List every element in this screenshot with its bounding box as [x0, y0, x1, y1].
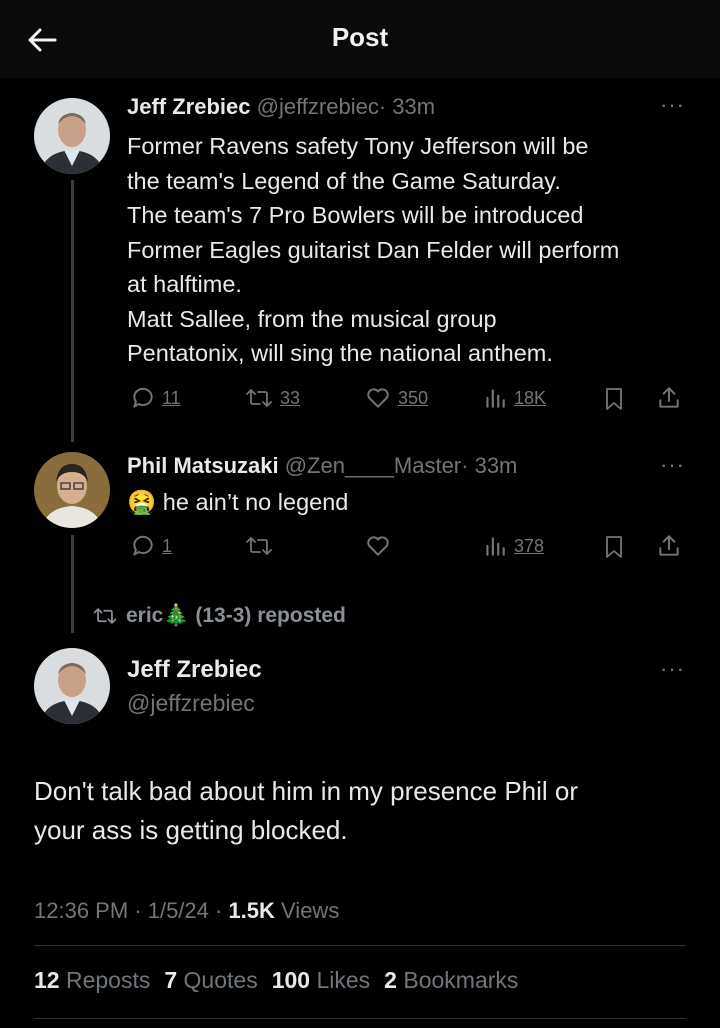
author-name[interactable]: Jeff Zrebiec	[127, 94, 251, 119]
author-handle[interactable]: @Zen____Master	[285, 453, 461, 478]
reply-icon	[133, 387, 153, 408]
views-count: 1.5K	[228, 898, 275, 923]
tweet1-line: The team's 7 Pro Bowlers will be introdu…	[127, 202, 584, 228]
repost-button[interactable]: 33	[244, 385, 300, 411]
engagement-stats: 12 Reposts 7 Quotes 100 Likes 2 Bookmark…	[34, 967, 518, 994]
tweet1-header: Jeff Zrebiec @jeffzrebiec· 33m	[127, 94, 435, 120]
repost-icon	[93, 608, 117, 624]
quotes-label: Quotes	[183, 967, 258, 993]
post-time: · 33m	[378, 94, 436, 119]
tweet1-line: at halftime.	[127, 271, 242, 297]
main-tweet-line: your ass is getting blocked.	[34, 815, 348, 845]
page-title: Post	[331, 22, 389, 52]
tweet2-header: Phil Matsuzaki @Zen____Master· 33m	[127, 453, 517, 479]
view-count: 378	[514, 535, 545, 556]
reposts-number: 12	[34, 967, 60, 993]
more-options-icon[interactable]: ···	[660, 452, 685, 478]
tweet1-line: the team's Legend of the Game Saturday.	[127, 167, 561, 194]
reply-count: 1	[162, 535, 173, 556]
quotes-stat[interactable]: 7 Quotes	[164, 967, 257, 994]
main-tweet-line: Don't talk bad about him in my presence …	[34, 776, 579, 806]
share-icon[interactable]	[656, 533, 682, 559]
post-meta: 12:36 PM · 1/5/24 · 1.5K Views	[34, 898, 339, 924]
heart-icon	[367, 388, 389, 408]
repost-button[interactable]	[244, 533, 274, 559]
heart-icon	[367, 536, 389, 556]
tweet1-line: Former Ravens safety Tony Jefferson will…	[127, 133, 589, 159]
bookmark-icon[interactable]	[602, 386, 626, 412]
repost-banner-text: eric🎄 (13-3) reposted	[126, 604, 346, 627]
analytics-icon	[486, 389, 505, 408]
likes-stat[interactable]: 100 Likes	[272, 967, 370, 994]
reply-button[interactable]: 11	[130, 385, 181, 411]
tweet2-text: 🤮 he ain’t no legend	[127, 485, 348, 520]
likes-number: 100	[271, 967, 311, 993]
tweet1-line: Pentatonix, will sing the national anthe…	[127, 340, 553, 366]
reply-icon	[133, 535, 153, 556]
tweet1-line: Former Eagles guitarist Dan Felder will …	[127, 236, 620, 263]
reposts-label: Reposts	[59, 967, 151, 993]
repost-banner[interactable]: eric🎄 (13-3) reposted	[92, 604, 346, 628]
post-time: · 33m	[461, 453, 518, 478]
thread-line	[71, 180, 74, 442]
more-options-icon[interactable]: ···	[660, 92, 685, 118]
views-button[interactable]: 378	[482, 533, 544, 559]
share-icon[interactable]	[656, 385, 682, 411]
main-tweet-text: Don't talk bad about him in my presence …	[34, 772, 578, 850]
thread-line	[71, 535, 74, 633]
divider	[34, 945, 686, 946]
avatar-jeff[interactable]	[34, 98, 110, 174]
like-count: 350	[398, 387, 429, 408]
bookmarks-stat[interactable]: 2 Bookmarks	[384, 967, 518, 994]
views-button[interactable]: 18K	[482, 385, 546, 411]
bookmarks-number: 2	[384, 967, 397, 993]
tweet2-body: he ain’t no legend	[162, 489, 349, 515]
author-handle[interactable]: @jeffzrebiec	[127, 690, 255, 717]
post-timestamp[interactable]: 12:36 PM · 1/5/24 ·	[34, 898, 228, 923]
more-options-icon[interactable]: ···	[660, 656, 685, 682]
reply-count: 11	[162, 387, 181, 408]
likes-label: Likes	[310, 967, 371, 993]
author-name[interactable]: Phil Matsuzaki	[127, 453, 279, 478]
reposts-stat[interactable]: 12 Reposts	[34, 967, 150, 994]
nauseated-emoji: 🤮	[127, 489, 157, 515]
view-count: 18K	[514, 387, 547, 408]
avatar-jeff[interactable]	[34, 648, 110, 724]
tweet1-line: Matt Sallee, from the musical group	[127, 305, 497, 332]
like-button[interactable]: 350	[364, 385, 428, 411]
views-label: Views	[274, 898, 340, 923]
tweet1-text: Former Ravens safety Tony Jefferson will…	[127, 129, 619, 371]
repost-icon	[246, 537, 272, 555]
avatar-phil[interactable]	[34, 452, 110, 528]
bookmark-icon[interactable]	[602, 534, 626, 560]
author-name[interactable]: Jeff Zrebiec	[127, 656, 262, 684]
repost-icon	[246, 389, 272, 407]
quotes-number: 7	[164, 967, 178, 993]
reply-button[interactable]: 1	[130, 533, 172, 559]
analytics-icon	[486, 537, 505, 556]
divider	[34, 1018, 686, 1019]
like-button[interactable]	[364, 533, 392, 559]
bookmarks-label: Bookmarks	[396, 967, 519, 993]
author-handle[interactable]: @jeffzrebiec	[257, 94, 379, 119]
repost-count: 33	[280, 387, 301, 408]
